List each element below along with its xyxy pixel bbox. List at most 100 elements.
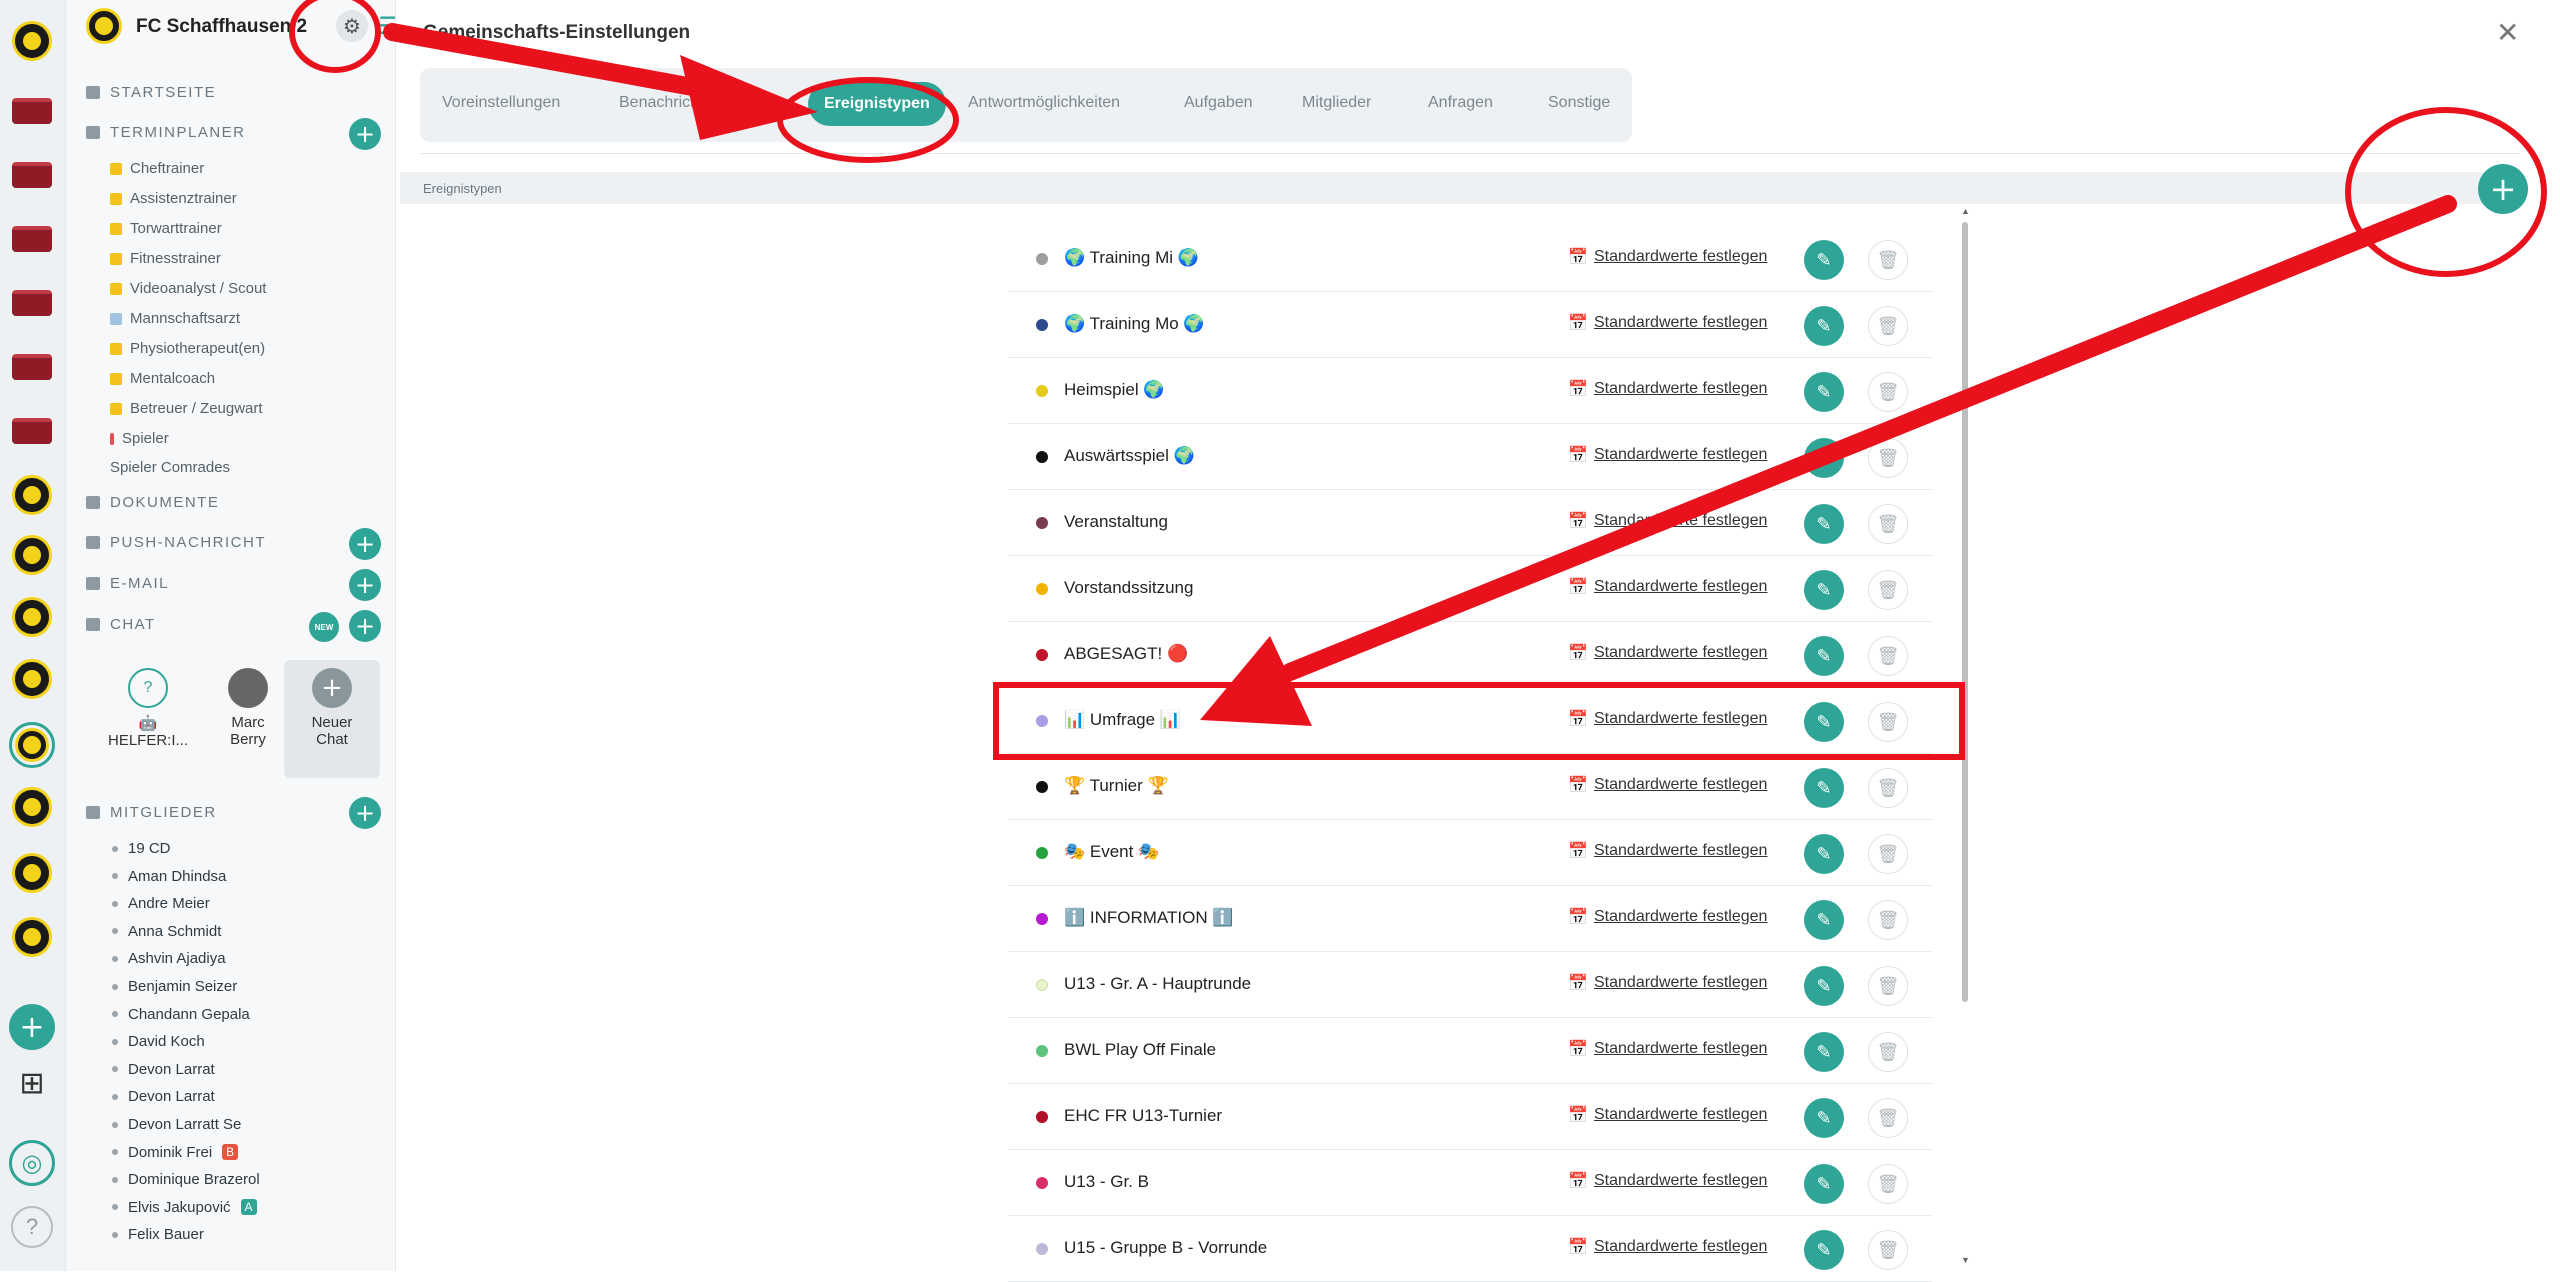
edit-pencil-icon[interactable]: ✎	[1804, 1164, 1844, 1204]
member-item[interactable]: Benjamin Seizer	[112, 978, 237, 995]
set-defaults-link[interactable]: Standardwerte festlegen	[1594, 1106, 1767, 1124]
settings-gear-icon[interactable]: ⚙	[336, 10, 368, 42]
terminplaner-item[interactable]: Physiotherapeut(en)	[110, 340, 265, 357]
edit-pencil-icon[interactable]: ✎	[1804, 372, 1844, 412]
delete-trash-icon[interactable]: 🗑	[1868, 1032, 1908, 1072]
community-icon[interactable]	[9, 784, 55, 830]
set-defaults-link[interactable]: Standardwerte festlegen	[1594, 512, 1767, 530]
edit-pencil-icon[interactable]: ✎	[1804, 900, 1844, 940]
edit-pencil-icon[interactable]: ✎	[1804, 504, 1844, 544]
member-item[interactable]: Elvis Jakupović A	[112, 1199, 257, 1216]
nav-dokumente[interactable]: DOKUMENTE	[86, 494, 219, 511]
community-icon[interactable]	[9, 408, 55, 454]
add-community-icon[interactable]: +	[9, 1004, 55, 1050]
team-name[interactable]: FC Schaffhausen 2	[136, 16, 307, 38]
member-item[interactable]: Dominique Brazerol	[112, 1171, 260, 1188]
nav-terminplaner[interactable]: TERMINPLANER	[86, 124, 246, 141]
member-item[interactable]: Devon Larrat	[112, 1061, 215, 1078]
event-type-row[interactable]: BWL Play Off Finale 📅 Standardwerte festle…	[1008, 1018, 1932, 1084]
terminplaner-item[interactable]: Cheftrainer	[110, 160, 204, 177]
add-chat-button[interactable]: +	[349, 610, 381, 642]
community-icon[interactable]	[9, 216, 55, 262]
terminplaner-item[interactable]: Betreuer / Zeugwart	[110, 400, 263, 417]
delete-trash-icon[interactable]: 🗑	[1868, 570, 1908, 610]
member-item[interactable]: Dominik Frei B	[112, 1144, 239, 1161]
add-event-type-button[interactable]: +	[2478, 164, 2528, 214]
event-type-row[interactable]: 🎭 Event 🎭 📅 Standardwerte festlegen ✎ 🗑	[1008, 820, 1932, 886]
terminplaner-item[interactable]: Torwarttrainer	[110, 220, 222, 237]
nav-push[interactable]: PUSH-NACHRICHT	[86, 534, 266, 551]
edit-pencil-icon[interactable]: ✎	[1804, 702, 1844, 742]
new-chat-tile[interactable]: + Neuer Chat	[284, 660, 380, 778]
terminplaner-item[interactable]: Mannschaftsarzt	[110, 310, 240, 327]
event-type-row[interactable]: EHC FR U13-Turnier 📅 Standardwerte festleg…	[1008, 1084, 1932, 1150]
member-item[interactable]: Devon Larrat	[112, 1088, 215, 1105]
community-icon[interactable]	[9, 280, 55, 326]
member-item[interactable]: Anna Schmidt	[112, 923, 221, 940]
member-item[interactable]: 19 CD	[112, 840, 171, 857]
delete-trash-icon[interactable]: 🗑	[1868, 900, 1908, 940]
set-defaults-link[interactable]: Standardwerte festlegen	[1594, 908, 1767, 926]
delete-trash-icon[interactable]: 🗑	[1868, 702, 1908, 742]
delete-trash-icon[interactable]: 🗑	[1868, 966, 1908, 1006]
chat-tile-marc-berry[interactable]: Marc Berry	[200, 660, 296, 778]
add-termin-button[interactable]: +	[349, 118, 381, 150]
event-type-row[interactable]: Veranstaltung 📅 Standardwerte festlegen ✎ 🗑	[1008, 490, 1932, 556]
tab-ereignistypen[interactable]: Ereignistypen	[808, 82, 946, 126]
event-type-row[interactable]: Heimspiel 🌍 📅 Standardwerte festlegen ✎ 🗑	[1008, 358, 1932, 424]
community-icon[interactable]	[9, 850, 55, 896]
delete-trash-icon[interactable]: 🗑	[1868, 768, 1908, 808]
tab-anfragen[interactable]: Anfragen	[1428, 94, 1493, 112]
terminplaner-item[interactable]: Assistenztrainer	[110, 190, 237, 207]
community-icon[interactable]	[9, 88, 55, 134]
help-icon[interactable]: ?	[11, 1206, 53, 1248]
scrollbar-thumb[interactable]	[1962, 222, 1968, 1002]
edit-pencil-icon[interactable]: ✎	[1804, 636, 1844, 676]
nav-mitglieder[interactable]: MITGLIEDER	[86, 804, 217, 821]
community-icon[interactable]	[9, 18, 55, 64]
event-type-row[interactable]: U13 - Gr. B 📅 Standardwerte festlegen ✎ 🗑	[1008, 1150, 1932, 1216]
target-icon[interactable]: ◎	[9, 1140, 55, 1186]
set-defaults-link[interactable]: Standardwerte festlegen	[1594, 380, 1767, 398]
terminplaner-item[interactable]: Fitnesstrainer	[110, 250, 221, 267]
delete-trash-icon[interactable]: 🗑	[1868, 240, 1908, 280]
team-logo[interactable]	[86, 8, 122, 44]
nav-startseite[interactable]: STARTSEITE	[86, 84, 216, 101]
close-icon[interactable]: ✕	[2496, 16, 2519, 49]
delete-trash-icon[interactable]: 🗑	[1868, 1098, 1908, 1138]
set-defaults-link[interactable]: Standardwerte festlegen	[1594, 974, 1767, 992]
terminplaner-item[interactable]: Spieler	[110, 430, 169, 447]
member-item[interactable]: Felix Bauer	[112, 1226, 204, 1243]
set-defaults-link[interactable]: Standardwerte festlegen	[1594, 1040, 1767, 1058]
event-type-row[interactable]: U13 - Gr. A - Hauptrunde 📅 Standardwerte f…	[1008, 952, 1932, 1018]
event-type-row[interactable]: ABGESAGT! 🔴 📅 Standardwerte festlegen ✎ 🗑	[1008, 622, 1932, 688]
edit-pencil-icon[interactable]: ✎	[1804, 438, 1844, 478]
community-icon[interactable]	[9, 594, 55, 640]
set-defaults-link[interactable]: Standardwerte festlegen	[1594, 1238, 1767, 1256]
member-item[interactable]: Ashvin Ajadiya	[112, 950, 226, 967]
event-type-row[interactable]: Vorstandssitzung 📅 Standardwerte festlegen…	[1008, 556, 1932, 622]
delete-trash-icon[interactable]: 🗑	[1868, 636, 1908, 676]
tab-voreinstellungen[interactable]: Voreinstellungen	[442, 94, 560, 112]
scroll-down-icon[interactable]: ▼	[1961, 1255, 1970, 1265]
member-item[interactable]: David Koch	[112, 1033, 205, 1050]
event-type-row[interactable]: U15 - Gruppe B - Vorrunde 📅 Standardwerte …	[1008, 1216, 1932, 1282]
member-item[interactable]: Chandann Gepala	[112, 1006, 250, 1023]
community-icon[interactable]	[9, 656, 55, 702]
tab-benachrichtigungen[interactable]: Benachrichtigungen	[619, 94, 760, 112]
edit-pencil-icon[interactable]: ✎	[1804, 1032, 1844, 1072]
set-defaults-link[interactable]: Standardwerte festlegen	[1594, 578, 1767, 596]
community-icon[interactable]	[9, 472, 55, 518]
set-defaults-link[interactable]: Standardwerte festlegen	[1594, 710, 1767, 728]
menu-icon[interactable]: ☰	[376, 10, 395, 42]
add-member-button[interactable]: +	[349, 797, 381, 829]
delete-trash-icon[interactable]: 🗑	[1868, 306, 1908, 346]
event-type-row[interactable]: Auswärtsspiel 🌍 📅 Standardwerte festlegen ✎…	[1008, 424, 1932, 490]
delete-trash-icon[interactable]: 🗑	[1868, 1164, 1908, 1204]
event-type-row[interactable]: 🏆 Turnier 🏆 📅 Standardwerte festlegen ✎ 🗑	[1008, 754, 1932, 820]
tab-mitglieder[interactable]: Mitglieder	[1302, 94, 1371, 112]
edit-pencil-icon[interactable]: ✎	[1804, 240, 1844, 280]
set-defaults-link[interactable]: Standardwerte festlegen	[1594, 1172, 1767, 1190]
event-type-row[interactable]: 🌍 Training Mo 🌍 📅 Standardwerte festlegen ✎…	[1008, 292, 1932, 358]
nav-chat[interactable]: CHAT	[86, 616, 156, 633]
